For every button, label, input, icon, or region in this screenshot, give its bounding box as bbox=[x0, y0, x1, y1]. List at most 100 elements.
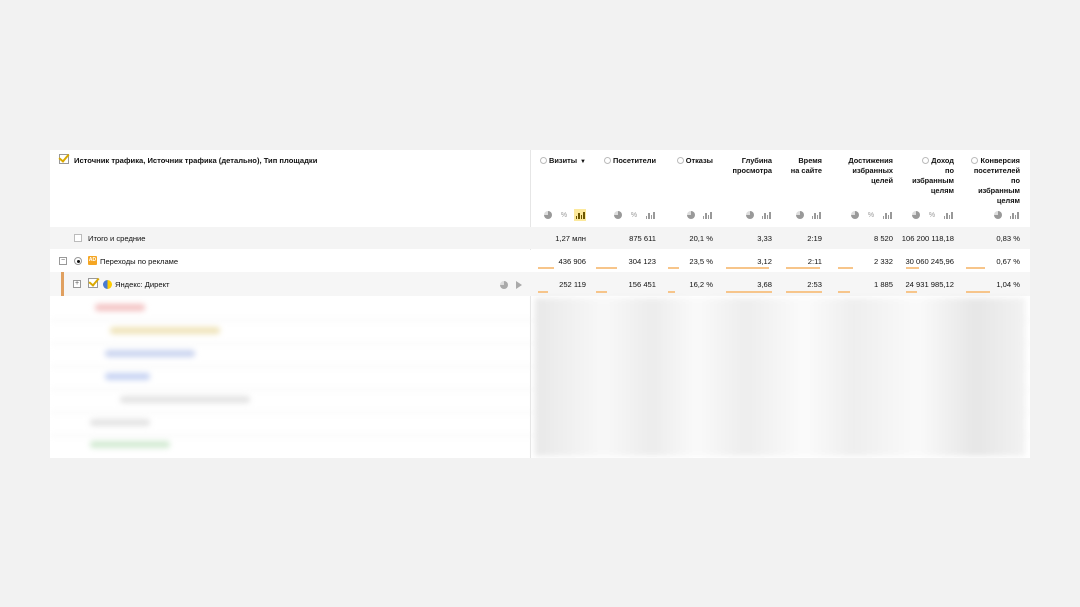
bar-chart-icon[interactable] bbox=[810, 209, 822, 221]
pie-chart-icon[interactable] bbox=[612, 209, 624, 221]
column-view-icons bbox=[782, 209, 822, 221]
column-header-text: целей bbox=[871, 176, 893, 185]
metric-info-icon[interactable] bbox=[971, 157, 979, 164]
column-header-text: Визиты bbox=[549, 156, 578, 165]
metric-value-time: 2:19 bbox=[807, 234, 822, 243]
metric-info-icon[interactable] bbox=[676, 157, 684, 164]
metric-value-visits: 1,27 млн bbox=[555, 234, 586, 243]
metric-info-icon[interactable] bbox=[922, 157, 930, 164]
metric-value-conversion: 0,83 % bbox=[996, 234, 1020, 243]
metric-value-time: 2:53 bbox=[807, 280, 822, 289]
column-header-text: посетителей bbox=[973, 166, 1020, 175]
metric-value-visits: 252 119 bbox=[559, 280, 586, 289]
direct-row[interactable]: + Яндекс: Директ 252 119 156 451 16,2 % 3,6… bbox=[50, 272, 1030, 296]
column-header-depth[interactable]: Глубина просмотра bbox=[723, 156, 772, 176]
column-header-time[interactable]: Время на сайте bbox=[782, 156, 822, 176]
ad-badge-icon: AD bbox=[88, 256, 97, 265]
yandex-logo-icon bbox=[103, 280, 112, 289]
pie-chart-icon[interactable] bbox=[744, 209, 756, 221]
share-bar bbox=[786, 267, 820, 269]
column-view-icons bbox=[666, 209, 713, 221]
column-view-icons: % bbox=[832, 209, 893, 221]
column-header-text: по bbox=[945, 166, 954, 175]
totals-row: Итого и средние 1,27 млн 875 611 20,1 % 3,3… bbox=[50, 227, 1030, 249]
column-header-text: на сайте bbox=[790, 166, 822, 175]
column-header-text: Отказы bbox=[685, 156, 713, 165]
column-header-text: целям bbox=[930, 186, 954, 195]
column-header-text: избранным bbox=[912, 176, 954, 185]
row-checkbox[interactable] bbox=[88, 278, 98, 288]
bar-chart-icon[interactable] bbox=[760, 209, 772, 221]
bar-chart-icon[interactable] bbox=[644, 209, 656, 221]
column-header-text: Достижения bbox=[848, 156, 893, 165]
share-bar bbox=[966, 291, 990, 293]
ads-label: Переходы по рекламе bbox=[100, 257, 179, 266]
share-bar bbox=[838, 267, 853, 269]
column-view-icons bbox=[964, 209, 1020, 221]
column-header-text: Глубина bbox=[741, 156, 772, 165]
pie-chart-icon[interactable] bbox=[910, 209, 922, 221]
column-header-conversion[interactable]: Конверсия посетителей по избранным целям bbox=[964, 156, 1020, 206]
share-bar bbox=[786, 291, 822, 293]
share-bar bbox=[906, 267, 919, 269]
share-bar bbox=[538, 291, 548, 293]
share-bar bbox=[668, 267, 679, 269]
ads-row[interactable]: − AD Переходы по рекламе 436 906 304 123 2… bbox=[50, 250, 1030, 272]
column-view-icons: % bbox=[538, 209, 586, 221]
metric-info-icon[interactable] bbox=[604, 157, 612, 164]
bar-chart-icon[interactable] bbox=[881, 209, 893, 221]
pie-chart-icon[interactable] bbox=[685, 209, 697, 221]
bar-chart-icon[interactable] bbox=[1008, 209, 1020, 221]
metric-value-time: 2:11 bbox=[807, 257, 822, 266]
row-accent-stripe bbox=[61, 272, 64, 296]
column-header-income[interactable]: Доход по избранным целям bbox=[903, 156, 954, 196]
percent-icon[interactable]: % bbox=[628, 209, 640, 221]
share-bar bbox=[906, 291, 917, 293]
share-bar bbox=[596, 267, 617, 269]
sort-desc-icon[interactable]: ▼ bbox=[580, 159, 586, 165]
collapse-toggle[interactable]: − bbox=[59, 257, 67, 265]
column-header-visits[interactable]: Визиты ▼ bbox=[538, 156, 586, 167]
pie-chart-icon[interactable] bbox=[794, 209, 806, 221]
column-view-icons: % bbox=[903, 209, 954, 221]
column-header-text: по bbox=[1011, 176, 1020, 185]
row-radio[interactable] bbox=[74, 257, 82, 265]
metric-info-icon[interactable] bbox=[540, 157, 548, 164]
metric-value-conversion: 0,67 % bbox=[996, 257, 1020, 266]
select-all-checkbox[interactable] bbox=[59, 154, 69, 164]
column-header-text: Доход bbox=[931, 156, 954, 165]
column-header-visitors[interactable]: Посетители bbox=[596, 156, 656, 166]
pie-chart-icon[interactable] bbox=[992, 209, 1004, 221]
share-bar bbox=[668, 291, 675, 293]
pie-chart-icon[interactable] bbox=[542, 209, 554, 221]
column-view-icons: % bbox=[596, 209, 656, 221]
column-header-text: просмотра bbox=[732, 166, 772, 175]
bar-chart-icon[interactable] bbox=[942, 209, 954, 221]
direct-label: Яндекс: Директ bbox=[115, 280, 170, 289]
column-header-bounces[interactable]: Отказы bbox=[666, 156, 713, 166]
percent-icon[interactable]: % bbox=[865, 209, 877, 221]
share-bar bbox=[538, 267, 554, 269]
totals-checkbox[interactable] bbox=[74, 234, 82, 242]
share-bar bbox=[966, 267, 985, 269]
percent-icon[interactable]: % bbox=[926, 209, 938, 221]
expand-toggle[interactable]: + bbox=[73, 280, 81, 288]
share-bar bbox=[596, 291, 607, 293]
column-header-text: избранным bbox=[978, 186, 1020, 195]
column-view-icons bbox=[723, 209, 772, 221]
column-header-goals[interactable]: Достижения избранных целей bbox=[832, 156, 893, 186]
percent-icon[interactable]: % bbox=[558, 209, 570, 221]
column-header-text: Время bbox=[798, 156, 822, 165]
column-header-text: Посетители bbox=[613, 156, 656, 165]
column-header-text: целям bbox=[996, 196, 1020, 205]
bar-chart-icon[interactable] bbox=[701, 209, 713, 221]
share-bar bbox=[726, 267, 769, 269]
totals-label: Итого и средние bbox=[88, 234, 146, 243]
report-table: Источник трафика, Источник трафика (дета… bbox=[50, 150, 1030, 458]
share-bar bbox=[726, 291, 772, 293]
pie-chart-icon[interactable] bbox=[849, 209, 861, 221]
column-header-text: избранных bbox=[852, 166, 893, 175]
bar-chart-icon[interactable] bbox=[574, 209, 586, 221]
column-header-text: Конверсия bbox=[980, 156, 1020, 165]
share-bar bbox=[838, 291, 850, 293]
